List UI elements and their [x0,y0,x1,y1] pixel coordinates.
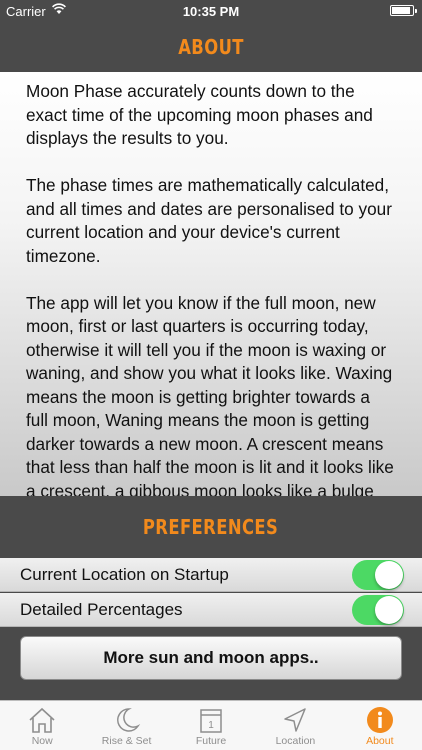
preferences-title: PREFERENCES [143,515,279,539]
tab-bar: Now Rise & Set 1 Future Location About [0,700,422,750]
tab-about[interactable]: About [338,701,422,750]
about-paragraph: The phase times are mathematically calcu… [26,175,392,266]
tab-label: Future [195,735,227,747]
tab-label: Location [275,735,316,747]
battery-icon [390,5,417,16]
tab-label: Now [31,735,53,747]
toggle-knob [375,561,403,589]
preferences-header: PREFERENCES [0,496,422,558]
tab-location[interactable]: Location [253,701,337,750]
info-icon [366,707,393,733]
about-paragraph: The app will let you know if the full mo… [26,292,394,497]
detailed-percentages-toggle[interactable] [352,595,404,625]
more-apps-button[interactable]: More sun and moon apps.. [20,636,402,680]
about-header: ABOUT [0,22,422,72]
tab-label: About [366,735,394,747]
status-time: 10:35 PM [182,4,240,19]
home-icon [29,707,55,733]
about-text-panel[interactable]: Moon Phase accurately counts down to the… [0,72,422,496]
tab-label: Rise & Set [101,735,152,747]
moon-icon [116,708,140,732]
calendar-icon: 1 [200,709,222,733]
tab-future[interactable]: 1 Future [169,701,253,750]
about-title: ABOUT [178,35,244,59]
status-bar: Carrier 10:35 PM [0,0,422,22]
current-location-toggle[interactable] [352,560,404,590]
tab-now[interactable]: Now [0,701,84,750]
pref-label-current-location: Current Location on Startup [20,565,229,584]
about-paragraph: Moon Phase accurately counts down to the… [26,81,373,148]
more-apps-area: More sun and moon apps.. [0,628,422,700]
tab-rise-set[interactable]: Rise & Set [84,701,168,750]
calendar-day-label: 1 [208,720,214,731]
toggle-knob [375,596,403,624]
pref-row-current-location: Current Location on Startup [0,558,422,592]
pref-row-detailed-percentages: Detailed Percentages [0,593,422,627]
location-arrow-icon [284,708,307,732]
pref-label-detailed-percentages: Detailed Percentages [20,600,183,619]
